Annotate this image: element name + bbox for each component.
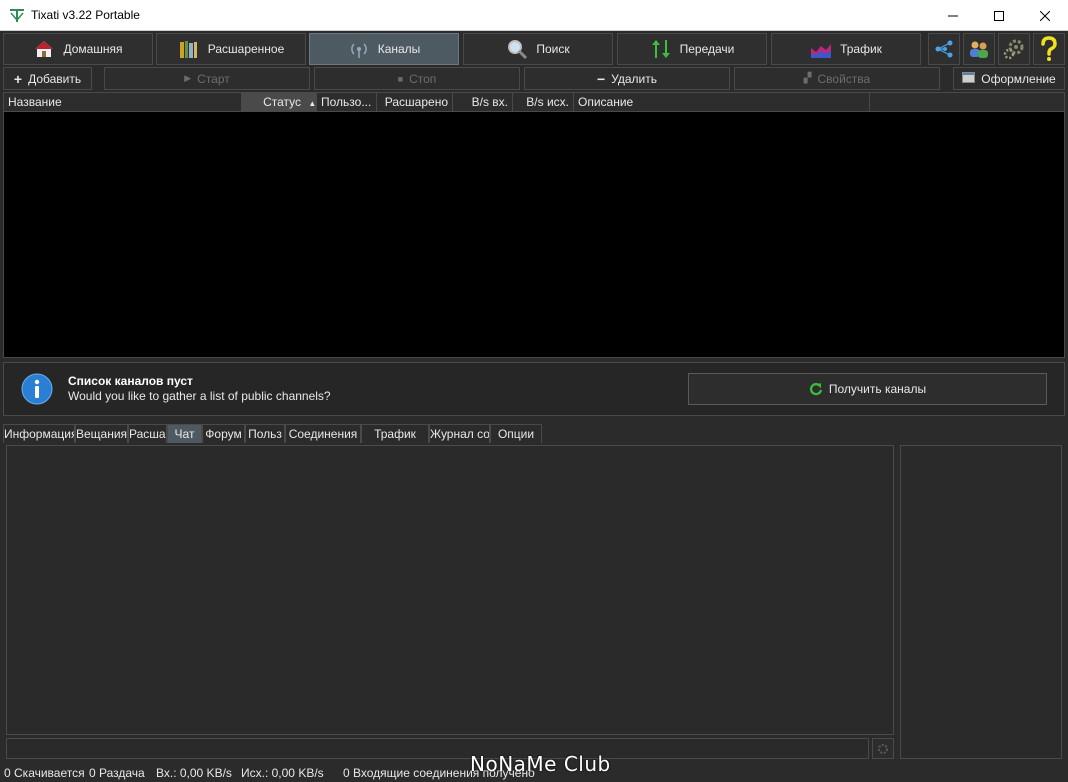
minimize-icon	[948, 15, 958, 16]
users-icon	[970, 41, 988, 58]
start-button[interactable]: ▶ Старт	[104, 67, 310, 90]
column-users[interactable]: Пользо...	[317, 93, 377, 112]
channel-detail-tabs: Информация Вещания Расшар Чат Форум Поль…	[3, 424, 1065, 443]
stop-button[interactable]: ■ Стоп	[314, 67, 520, 90]
minus-icon: −	[596, 70, 606, 87]
close-icon	[1040, 10, 1050, 21]
delete-label: Удалить	[611, 71, 657, 86]
nav-extended-label: Расшаренное	[207, 42, 285, 56]
appearance-label: Оформление	[981, 71, 1056, 86]
stop-icon: ■	[397, 73, 404, 84]
up-down-arrows-icon	[650, 38, 672, 60]
status-seeding: 0 Раздача	[89, 766, 145, 780]
play-icon: ▶	[184, 73, 192, 83]
settings-button[interactable]	[998, 33, 1030, 65]
tab-shared[interactable]: Расшар	[128, 424, 167, 443]
minimize-button[interactable]	[930, 0, 976, 31]
status-in-rate: Вх.: 0,00 KB/s	[156, 766, 232, 780]
chat-send-button[interactable]	[872, 738, 894, 759]
get-channels-button[interactable]: Получить каналы	[688, 373, 1047, 405]
watermark: NoNaMe Club	[470, 752, 611, 776]
notice-title: Список каналов пуст	[68, 374, 193, 388]
chat-message-input[interactable]	[6, 738, 869, 759]
traffic-chart-icon	[810, 38, 832, 60]
tab-log[interactable]: Журнал со	[429, 424, 490, 443]
column-bs-in[interactable]: B/s вх.	[453, 93, 513, 112]
question-mark-icon	[1041, 36, 1057, 61]
nav-extended-button[interactable]: Расшаренное	[156, 33, 306, 65]
close-button[interactable]	[1022, 0, 1068, 31]
plus-icon: +	[13, 70, 23, 87]
nav-transfers-button[interactable]: Передачи	[617, 33, 767, 65]
column-status-label: Статус	[263, 95, 301, 109]
nav-search-button[interactable]: Поиск	[463, 33, 613, 65]
tab-forum[interactable]: Форум	[202, 424, 245, 443]
empty-channels-notice: Список каналов пуст Would you like to ga…	[3, 362, 1065, 416]
delete-button[interactable]: − Удалить	[524, 67, 730, 90]
add-label: Добавить	[28, 71, 82, 86]
tab-broadcasts[interactable]: Вещания	[75, 424, 128, 443]
channel-table[interactable]: Название Статус ▲ Пользо... Расшарено B/…	[3, 92, 1065, 358]
notice-subtitle: Would you like to gather a list of publi…	[68, 389, 331, 403]
status-out-rate: Исх.: 0,00 KB/s	[241, 766, 324, 780]
antenna-icon	[348, 38, 370, 60]
properties-button[interactable]: ▞ Свойства	[734, 67, 940, 90]
books-icon	[178, 38, 200, 60]
column-description[interactable]: Описание	[574, 93, 870, 112]
nav-traffic-label: Трафик	[840, 42, 882, 56]
help-button[interactable]	[1033, 33, 1065, 65]
tab-info[interactable]: Информация	[3, 424, 75, 443]
stop-label: Стоп	[409, 71, 437, 86]
add-button[interactable]: + Добавить	[3, 67, 92, 90]
refresh-icon	[809, 383, 822, 396]
house-icon	[33, 38, 55, 60]
sort-ascending-icon: ▲	[308, 99, 317, 108]
get-channels-label: Получить каналы	[828, 382, 927, 396]
tab-chat[interactable]: Чат	[167, 424, 202, 443]
window-title: Tixati v3.22 Portable	[31, 8, 140, 22]
nav-channels-button[interactable]: Каналы	[309, 33, 459, 65]
main-nav: Домашняя Расшаренное Каналы Поиск Переда…	[2, 32, 1066, 65]
properties-label: Свойства	[817, 71, 871, 86]
nav-search-label: Поиск	[536, 42, 570, 56]
nav-channels-label: Каналы	[377, 42, 421, 56]
magnifier-icon	[506, 38, 528, 60]
maximize-icon	[994, 10, 1004, 21]
window-layout-icon	[962, 71, 976, 86]
status-downloading: 0 Скачивается	[4, 766, 85, 780]
network-button[interactable]	[928, 33, 960, 65]
chat-messages-pane[interactable]	[6, 445, 894, 735]
title-bar: Tixati v3.22 Portable	[0, 0, 1068, 31]
start-label: Старт	[197, 71, 230, 86]
nav-traffic-button[interactable]: Трафик	[771, 33, 921, 65]
column-status[interactable]: Статус ▲	[242, 93, 317, 112]
nav-home-button[interactable]: Домашняя	[3, 33, 153, 65]
properties-icon: ▞	[803, 73, 812, 84]
chat-users-pane[interactable]	[900, 445, 1062, 759]
tab-connections[interactable]: Соединения	[285, 424, 361, 443]
maximize-button[interactable]	[976, 0, 1022, 31]
nav-transfers-label: Передачи	[679, 42, 735, 56]
column-name[interactable]: Название	[4, 93, 242, 112]
tab-options[interactable]: Опции	[490, 424, 542, 443]
nav-home-label: Домашняя	[63, 42, 123, 56]
table-header: Название Статус ▲ Пользо... Расшарено B/…	[4, 93, 1064, 112]
users-button[interactable]	[963, 33, 995, 65]
channel-toolbar: + Добавить ▶ Старт ■ Стоп − Удалить ▞ Св…	[2, 67, 1066, 90]
appearance-button[interactable]: Оформление	[953, 67, 1065, 90]
send-gear-icon	[878, 743, 888, 754]
tixati-logo-icon	[10, 9, 24, 22]
column-shared[interactable]: Расшарено	[377, 93, 453, 112]
tab-users[interactable]: Польз	[245, 424, 285, 443]
column-bs-out[interactable]: B/s исх.	[513, 93, 574, 112]
network-icon	[935, 40, 953, 58]
info-icon	[21, 373, 53, 405]
tab-traffic[interactable]: Трафик	[361, 424, 429, 443]
gears-icon	[1003, 39, 1024, 60]
